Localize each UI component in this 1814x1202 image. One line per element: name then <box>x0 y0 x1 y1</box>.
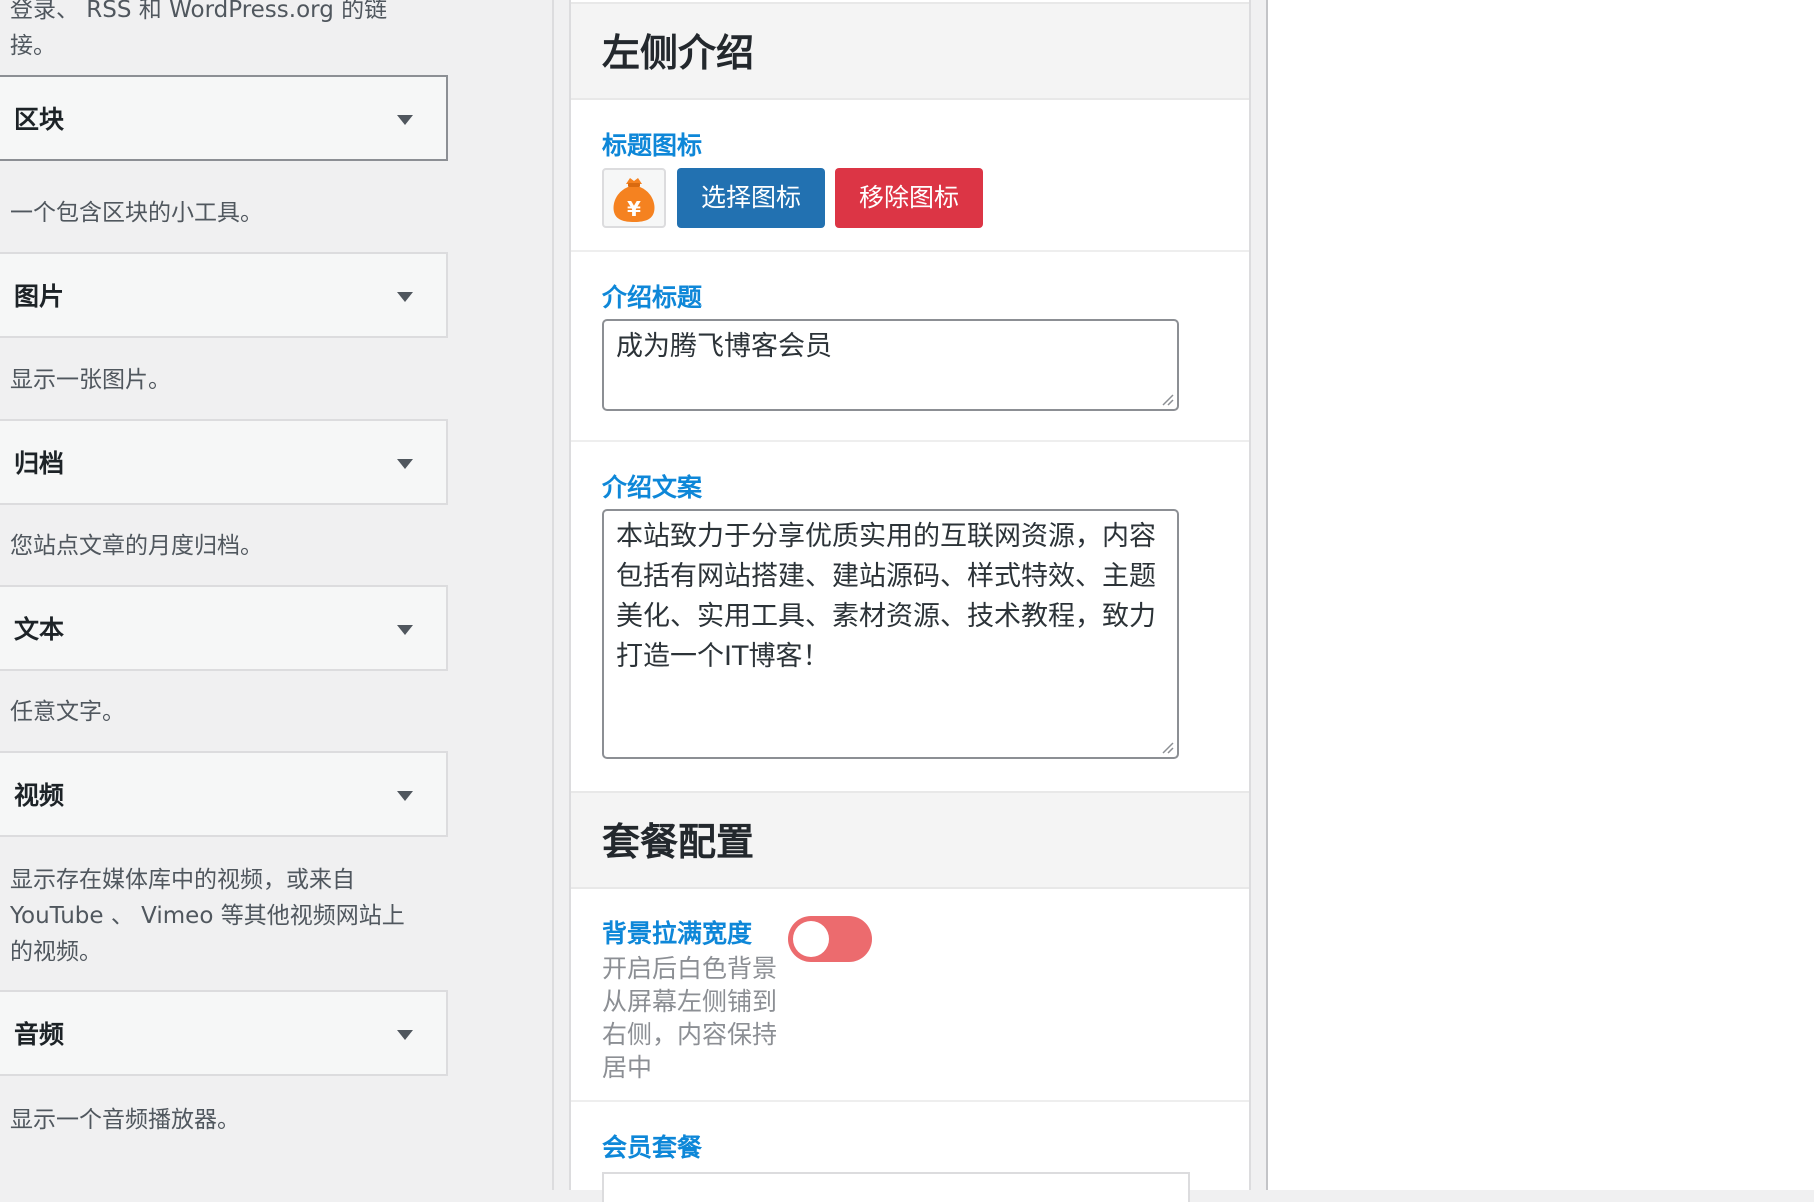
widget-description: 一个包含区块的小工具。 <box>10 200 263 226</box>
widget-block[interactable]: 区块 <box>0 75 448 161</box>
widget-video[interactable]: 视频 <box>0 751 448 837</box>
remove-icon-button[interactable]: 移除图标 <box>835 168 983 228</box>
widget-description: 显示存在媒体库中的视频，或来自 YouTube 、 Vimeo 等其他视频网站上… <box>10 867 405 965</box>
widget-title: 区块 <box>14 105 65 134</box>
field-divider <box>571 1100 1249 1102</box>
caret-down-icon[interactable] <box>397 292 413 302</box>
widget-title: 音频 <box>14 1020 65 1049</box>
caret-down-icon[interactable] <box>397 791 413 801</box>
widget-description: 显示一张图片。 <box>10 367 171 393</box>
field-divider <box>571 250 1249 252</box>
caret-down-icon[interactable] <box>397 459 413 469</box>
caret-down-icon[interactable] <box>397 1030 413 1040</box>
column-divider <box>552 0 554 1190</box>
bg-full-width-label: 背景拉满宽度 <box>602 919 753 948</box>
caret-down-icon[interactable] <box>397 625 413 635</box>
widget-description: 显示一个音频播放器。 <box>10 1107 240 1133</box>
section-title: 左侧介绍 <box>602 31 755 75</box>
widget-title: 图片 <box>14 282 65 311</box>
member-package-list[interactable] <box>602 1172 1190 1202</box>
intro-copy-textarea[interactable]: 本站致力于分享优质实用的互联网资源，内容包括有网站搭建、建站源码、样式特效、主题… <box>602 509 1179 759</box>
caret-down-icon[interactable] <box>397 115 413 125</box>
resize-handle-icon[interactable] <box>1160 392 1174 406</box>
widget-title: 视频 <box>14 781 65 810</box>
intro-title-value: 成为腾飞博客会员 <box>616 331 832 362</box>
select-icon-button[interactable]: 选择图标 <box>677 168 825 228</box>
section-header-package: 套餐配置 <box>571 791 1249 889</box>
widget-title: 文本 <box>14 615 65 644</box>
section-title: 套餐配置 <box>602 820 755 864</box>
bg-full-width-toggle[interactable] <box>788 916 872 962</box>
svg-text:¥: ¥ <box>627 197 641 221</box>
intro-title-label: 介绍标题 <box>602 283 703 312</box>
available-widgets-list: 登录、 RSS 和 WordPress.org 的链接。 区块 一个包含区块的小… <box>0 0 545 1190</box>
widget-title: 归档 <box>14 449 65 478</box>
widget-audio[interactable]: 音频 <box>0 990 448 1076</box>
widget-archives[interactable]: 归档 <box>0 419 448 505</box>
intro-copy-label: 介绍文案 <box>602 473 703 502</box>
bg-full-width-help: 开启后白色背景从屏幕左侧铺到右侧，内容保持居中 <box>602 954 778 1082</box>
widget-settings-panel: 左侧介绍 标题图标 ¥ 选择图标 移除图标 介绍标题 成为腾飞博客会员 介绍文案… <box>569 0 1251 1202</box>
field-divider <box>571 440 1249 442</box>
preview-area <box>1268 0 1814 1190</box>
intro-copy-value: 本站致力于分享优质实用的互联网资源，内容包括有网站搭建、建站源码、样式特效、主题… <box>616 521 1156 672</box>
section-header-intro: 左侧介绍 <box>571 2 1249 100</box>
title-icon-label: 标题图标 <box>602 131 703 160</box>
widget-text[interactable]: 文本 <box>0 585 448 671</box>
intro-title-textarea[interactable]: 成为腾飞博客会员 <box>602 319 1179 411</box>
member-package-label: 会员套餐 <box>602 1133 703 1162</box>
widget-image[interactable]: 图片 <box>0 252 448 338</box>
widget-description: 您站点文章的月度归档。 <box>10 533 263 559</box>
widget-description: 任意文字。 <box>10 699 125 725</box>
resize-handle-icon[interactable] <box>1160 740 1174 754</box>
title-icon-preview: ¥ <box>602 168 666 228</box>
money-bag-icon: ¥ <box>613 178 655 222</box>
widget-description: 登录、 RSS 和 WordPress.org 的链接。 <box>10 0 388 59</box>
toggle-knob <box>793 921 829 957</box>
